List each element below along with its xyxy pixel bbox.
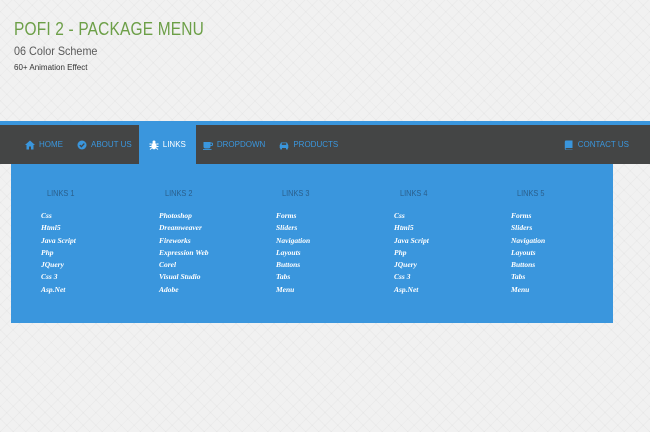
nav-item-about-us-label: ABOUT US — [91, 140, 132, 149]
page-title: POFI 2 - PACKAGE MENU — [14, 19, 204, 39]
column-link[interactable]: Html5 — [41, 222, 76, 234]
column-heading: LINKS 3 — [282, 189, 310, 198]
column-link[interactable]: Forms — [511, 210, 545, 222]
column-link[interactable]: Buttons — [276, 259, 310, 271]
links-dropdown-panel: LINKS 1 Css Html5 Java Script Php JQuery… — [11, 164, 613, 323]
column-link[interactable]: Menu — [511, 284, 545, 296]
column-link[interactable]: Menu — [276, 284, 310, 296]
nav-item-products[interactable]: PRODUCTS — [272, 125, 345, 164]
column-heading: LINKS 5 — [517, 189, 545, 198]
column-link[interactable]: Photoshop — [159, 210, 209, 222]
nav-item-contact-us-label: CONTACT US — [577, 140, 629, 149]
column-links: Css Html5 Java Script Php JQuery Css 3 A… — [41, 210, 76, 296]
column-link[interactable]: Tabs — [511, 271, 545, 283]
page-subtitle: 06 Color Scheme — [14, 44, 98, 58]
column-link[interactable]: Html5 — [394, 222, 429, 234]
nav-list: HOME ABOUT US LINKS DROPDOWN PRODUCTS — [18, 125, 345, 164]
nav-item-about-us[interactable]: ABOUT US — [70, 125, 139, 164]
column-link[interactable]: Navigation — [276, 235, 310, 247]
column-links: Css Html5 Java Script Php JQuery Css 3 A… — [394, 210, 429, 296]
column-links: Photoshop Dreamweaver Fireworks Expressi… — [159, 210, 209, 296]
column-link[interactable]: Buttons — [511, 259, 545, 271]
column-link[interactable]: Expression Web — [159, 247, 209, 259]
nav-item-contact-us[interactable]: CONTACT US — [557, 125, 636, 164]
column-links: Forms Sliders Navigation Layouts Buttons… — [511, 210, 545, 296]
column-link[interactable]: Sliders — [511, 222, 545, 234]
column-link[interactable]: Php — [41, 247, 76, 259]
nav-item-links-label: LINKS — [162, 140, 186, 149]
column-link[interactable]: Forms — [276, 210, 310, 222]
column-link[interactable]: Css 3 — [394, 271, 429, 283]
column-link[interactable]: Corel — [159, 259, 209, 271]
home-icon — [25, 140, 35, 149]
column-link[interactable]: Php — [394, 247, 429, 259]
nav-item-links[interactable]: LINKS — [138, 125, 196, 164]
nav-item-dropdown[interactable]: DROPDOWN — [196, 125, 272, 164]
column-link[interactable]: Java Script — [394, 235, 429, 247]
column-link[interactable]: JQuery — [394, 259, 429, 271]
car-icon — [280, 142, 289, 149]
column-link[interactable]: Css 3 — [41, 271, 76, 283]
page-tagline: 60+ Animation Effect — [14, 63, 88, 72]
column-link[interactable]: Navigation — [511, 235, 545, 247]
column-link[interactable]: Css — [394, 210, 429, 222]
column-heading: LINKS 1 — [47, 189, 75, 198]
book-icon — [564, 140, 573, 150]
nav-item-products-label: PRODUCTS — [293, 140, 339, 149]
column-link[interactable]: Visual Studio — [159, 271, 209, 283]
column-links: Forms Sliders Navigation Layouts Buttons… — [276, 210, 310, 296]
nav-item-home-label: HOME — [39, 140, 63, 149]
column-link[interactable]: JQuery — [41, 259, 76, 271]
nav-item-dropdown-label: DROPDOWN — [216, 140, 266, 149]
column-link[interactable]: Java Script — [41, 235, 76, 247]
main-navbar: HOME ABOUT US LINKS DROPDOWN PRODUCTS CO… — [0, 121, 650, 164]
column-link[interactable]: Tabs — [276, 271, 310, 283]
page-header: POFI 2 - PACKAGE MENU 06 Color Scheme 60… — [14, 16, 235, 74]
coffee-cup-icon — [202, 141, 213, 150]
column-link[interactable]: Fireworks — [159, 235, 209, 247]
column-link[interactable]: Asp.Net — [394, 284, 429, 296]
check-circle-icon — [77, 140, 87, 149]
bug-icon — [149, 140, 159, 150]
column-link[interactable]: Dreamweaver — [159, 222, 209, 234]
column-link[interactable]: Layouts — [511, 247, 545, 259]
column-link[interactable]: Sliders — [276, 222, 310, 234]
nav-item-home[interactable]: HOME — [18, 125, 70, 164]
column-heading: LINKS 4 — [400, 189, 428, 198]
column-link[interactable]: Adobe — [159, 284, 209, 296]
column-link[interactable]: Layouts — [276, 247, 310, 259]
column-heading: LINKS 2 — [165, 189, 193, 198]
column-link[interactable]: Asp.Net — [41, 284, 76, 296]
column-link[interactable]: Css — [41, 210, 76, 222]
